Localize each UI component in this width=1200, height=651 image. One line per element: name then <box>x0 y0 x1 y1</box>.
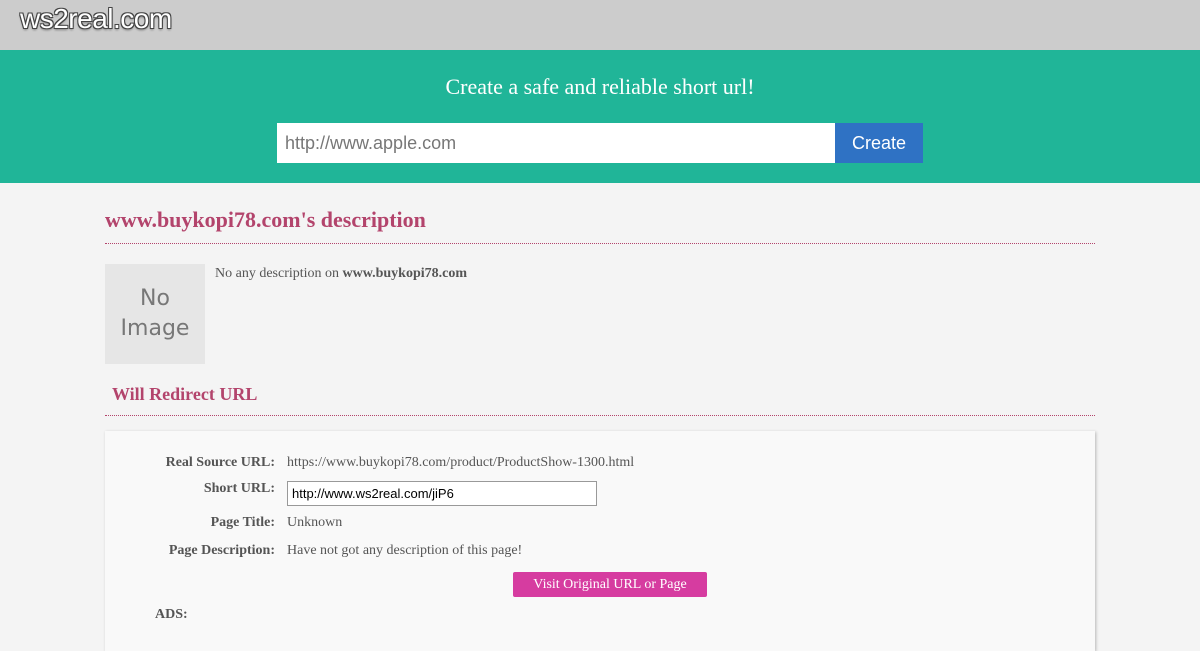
page-title-row: Page Title: Unknown <box>105 515 343 531</box>
description-title: www.buykopi78.com's description <box>105 183 1095 244</box>
page-description-row: Page Description: Have not got any descr… <box>105 543 522 559</box>
hero-title: Create a safe and reliable short url! <box>445 74 755 99</box>
real-source-label: Real Source URL: <box>165 455 275 470</box>
description-text: No any description on www.buykopi78.com <box>215 266 467 364</box>
create-button[interactable]: Create <box>835 123 923 163</box>
real-source-row: Real Source URL: https://www.buykopi78.c… <box>105 455 635 471</box>
short-url-field[interactable] <box>287 481 597 506</box>
page-description-value: Have not got any description of this pag… <box>287 543 523 558</box>
short-url-label: Short URL: <box>203 481 275 496</box>
shorten-form: Create <box>277 123 923 163</box>
page-title-value: Unknown <box>287 515 343 530</box>
top-bar: ws2real.com <box>0 0 1200 50</box>
main-content: www.buykopi78.com's description No Image… <box>105 183 1095 651</box>
short-url-row: Short URL: <box>105 481 597 506</box>
redirect-info-panel: Real Source URL: https://www.buykopi78.c… <box>105 431 1095 651</box>
page-title-label: Page Title: <box>210 515 275 530</box>
site-logo[interactable]: ws2real.com <box>20 3 172 35</box>
description-site: www.buykopi78.com <box>342 266 467 281</box>
short-url-field-wrap <box>287 481 597 506</box>
real-source-value: https://www.buykopi78.com/product/Produc… <box>287 455 635 470</box>
no-image-line2: Image <box>120 316 190 341</box>
hero-section: Create a safe and reliable short url! Cr… <box>0 50 1200 183</box>
no-image-placeholder: No Image <box>105 264 205 364</box>
no-image-line1: No <box>140 286 170 311</box>
ads-label: ADS: <box>155 607 188 622</box>
description-prefix: No any description on <box>215 266 343 281</box>
url-input[interactable] <box>277 123 835 163</box>
description-row: No Image No any description on www.buyko… <box>105 264 1095 364</box>
redirect-title: Will Redirect URL <box>105 384 1095 416</box>
page-description-label: Page Description: <box>168 543 275 558</box>
visit-original-button[interactable]: Visit Original URL or Page <box>513 572 707 597</box>
